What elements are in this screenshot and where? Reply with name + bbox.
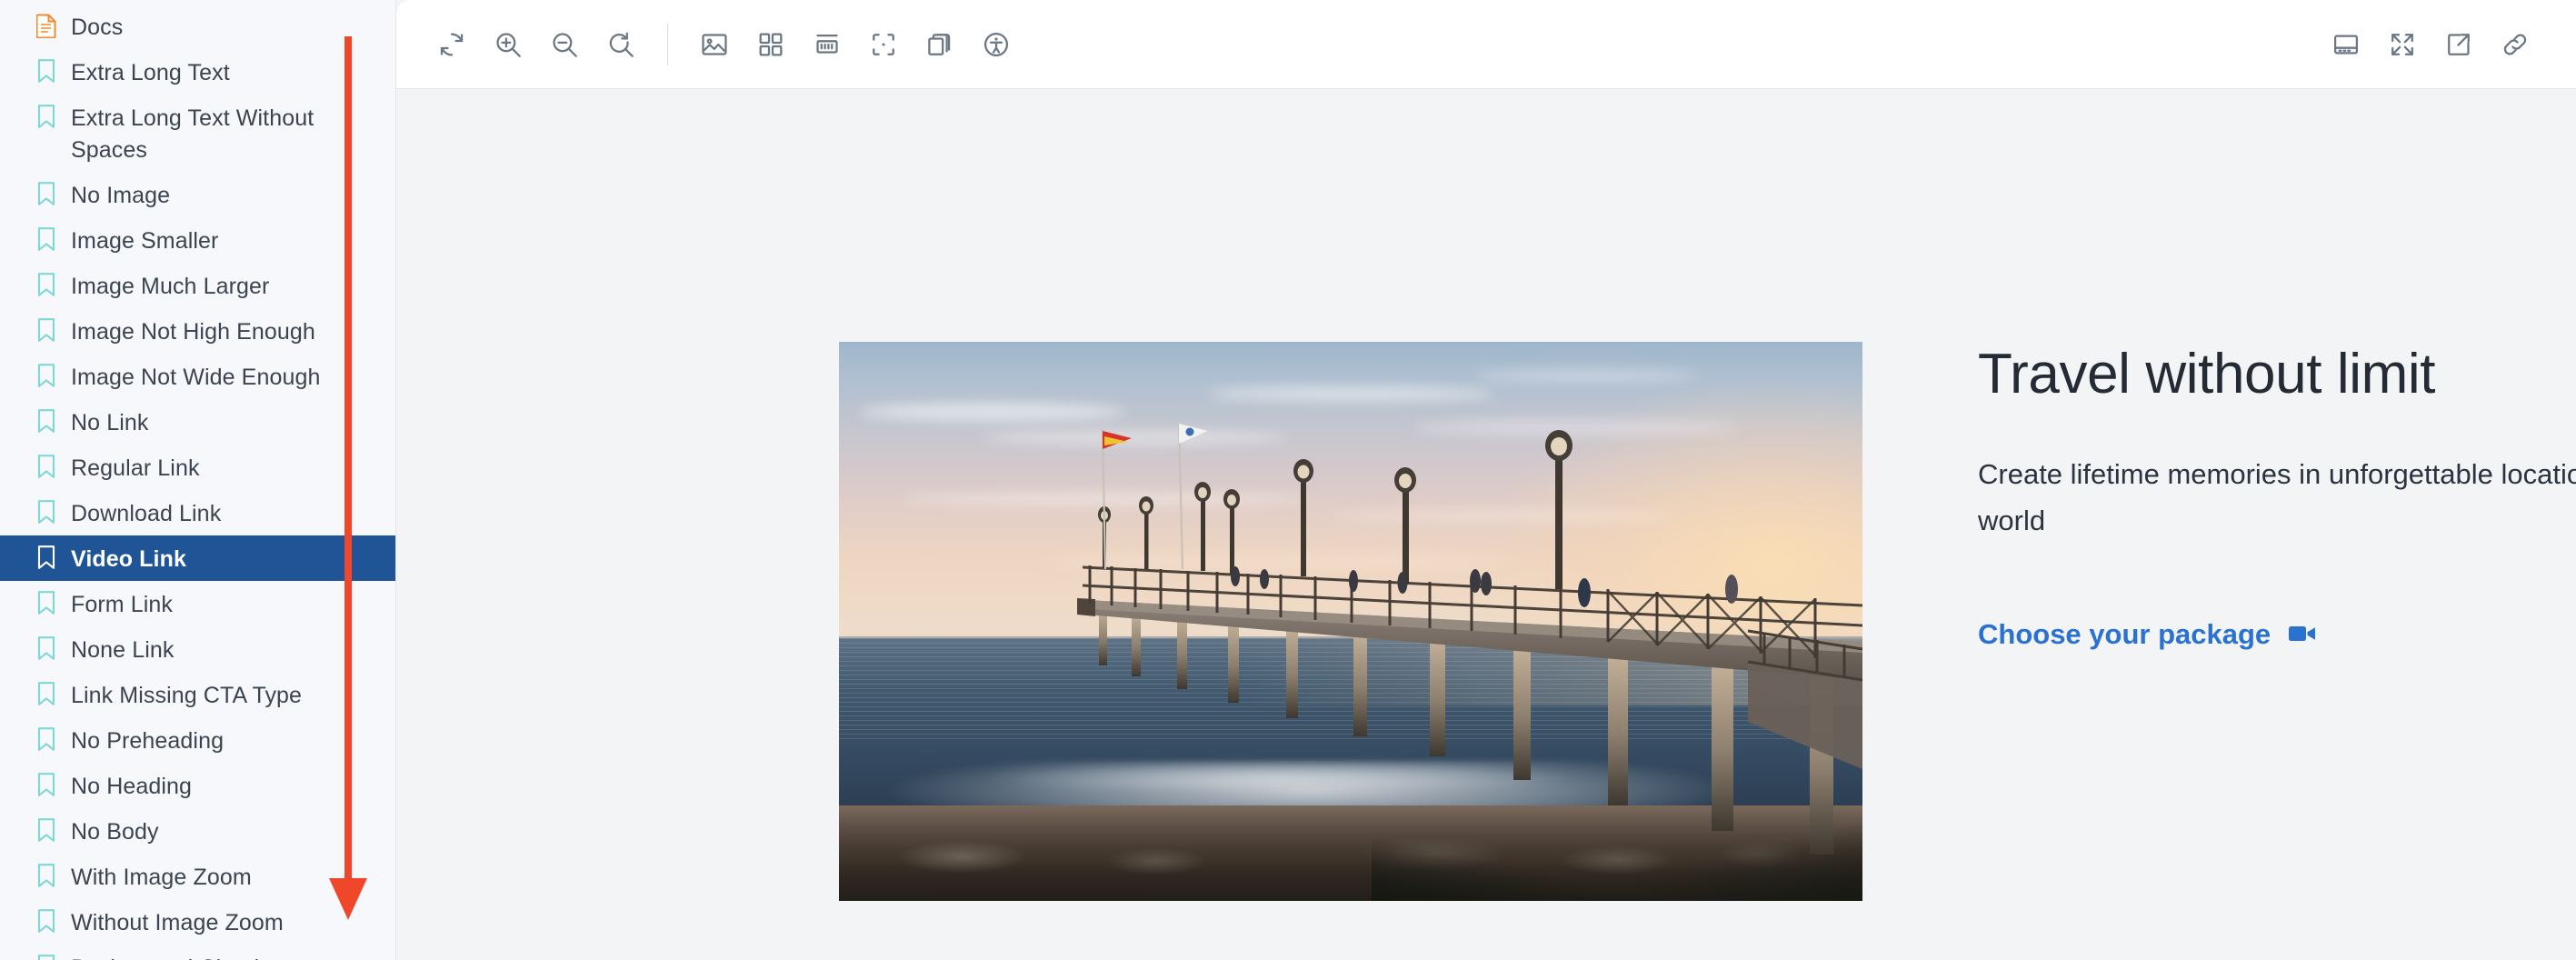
ruler-icon[interactable] xyxy=(799,16,855,73)
accessibility-icon[interactable] xyxy=(968,16,1024,73)
video-camera-icon xyxy=(2289,618,2316,651)
sidebar-item-image-much-larger[interactable]: Image Much Larger xyxy=(0,263,395,308)
bookmark-icon xyxy=(35,223,58,252)
sidebar-item-label: Link Missing CTA Type xyxy=(71,677,302,712)
sidebar-item-label: With Image Zoom xyxy=(71,859,252,894)
sidebar-item-label: Form Link xyxy=(71,586,173,621)
grid-icon[interactable] xyxy=(743,16,799,73)
preview-canvas: Travel without limit Create lifetime mem… xyxy=(396,89,2576,960)
fullscreen-icon[interactable] xyxy=(2374,16,2431,73)
toolbar-divider xyxy=(667,24,668,65)
sidebar-item-no-heading[interactable]: No Heading xyxy=(0,763,395,808)
sidebar-item-background-cloud[interactable]: Background Cloud xyxy=(0,945,395,960)
sidebar-item-no-link[interactable]: No Link xyxy=(0,399,395,445)
app-root: Docs Extra Long Text Extra Long Text With… xyxy=(0,0,2576,960)
sidebar-item-label: No Link xyxy=(71,405,148,439)
sidebar-item-image-not-high-enough[interactable]: Image Not High Enough xyxy=(0,308,395,354)
zoom-out-icon[interactable] xyxy=(536,16,593,73)
bookmark-icon xyxy=(35,450,58,479)
document-icon xyxy=(35,9,58,38)
zoom-in-icon[interactable] xyxy=(480,16,536,73)
sidebar-item-label: Docs xyxy=(71,9,123,44)
bookmark-icon xyxy=(35,268,58,297)
layers-icon[interactable] xyxy=(912,16,968,73)
sidebar-item-label: Regular Link xyxy=(71,450,200,485)
bookmark-icon xyxy=(35,950,58,960)
bookmark-icon xyxy=(35,905,58,934)
bookmark-icon xyxy=(35,359,58,388)
hero-block: Travel without limit Create lifetime mem… xyxy=(396,89,2576,960)
docs-panel-icon[interactable] xyxy=(2318,16,2374,73)
hero-copy: Travel without limit Create lifetime mem… xyxy=(1978,342,2576,651)
toolbar-right-group xyxy=(2318,16,2543,73)
sidebar-item-no-image[interactable]: No Image xyxy=(0,172,395,217)
sidebar-item-download-link[interactable]: Download Link xyxy=(0,490,395,535)
sidebar-item-label: Image Smaller xyxy=(71,223,218,257)
bookmark-icon xyxy=(35,859,58,888)
sidebar-item-regular-link[interactable]: Regular Link xyxy=(0,445,395,490)
sidebar-item-label: Extra Long Text Without Spaces xyxy=(71,100,379,166)
copy-link-icon[interactable] xyxy=(2487,16,2543,73)
sidebar-item-none-link[interactable]: None Link xyxy=(0,626,395,672)
image-icon[interactable] xyxy=(686,16,743,73)
sidebar-item-label: Background Cloud xyxy=(71,950,259,960)
bookmark-icon xyxy=(35,632,58,661)
cta-label: Choose your package xyxy=(1978,618,2271,651)
preview-toolbar xyxy=(396,0,2576,89)
docs-sidebar: Docs Extra Long Text Extra Long Text With… xyxy=(0,0,396,960)
reload-icon[interactable] xyxy=(424,16,480,73)
sidebar-item-with-image-zoom[interactable]: With Image Zoom xyxy=(0,854,395,899)
sidebar-item-label: Without Image Zoom xyxy=(71,905,284,939)
choose-package-link[interactable]: Choose your package xyxy=(1978,618,2316,651)
sidebar-item-label: No Heading xyxy=(71,768,192,803)
bookmark-icon xyxy=(35,768,58,797)
sidebar-item-image-smaller[interactable]: Image Smaller xyxy=(0,217,395,263)
bookmark-icon xyxy=(35,586,58,615)
preview-panel: Travel without limit Create lifetime mem… xyxy=(396,0,2576,960)
bookmark-icon xyxy=(35,55,58,84)
sidebar-list: Docs Extra Long Text Extra Long Text With… xyxy=(0,4,395,960)
bookmark-icon xyxy=(35,541,58,570)
sidebar-item-video-link[interactable]: Video Link xyxy=(0,535,395,581)
toolbar-tools-group xyxy=(686,16,1024,73)
sidebar-item-label: None Link xyxy=(71,632,174,666)
sidebar-item-label: Image Much Larger xyxy=(71,268,269,303)
open-external-icon[interactable] xyxy=(2431,16,2487,73)
sidebar-item-label: No Image xyxy=(71,177,170,212)
page-title: Travel without limit xyxy=(1978,342,2576,407)
sidebar-item-without-image-zoom[interactable]: Without Image Zoom xyxy=(0,899,395,945)
bookmark-icon xyxy=(35,177,58,206)
pier-structure xyxy=(839,342,1862,901)
bookmark-icon xyxy=(35,677,58,706)
sidebar-item-extra-long-text-without-spaces[interactable]: Extra Long Text Without Spaces xyxy=(0,95,395,172)
sidebar-item-no-body[interactable]: No Body xyxy=(0,808,395,854)
sidebar-item-no-preheading[interactable]: No Preheading xyxy=(0,717,395,763)
sidebar-item-form-link[interactable]: Form Link xyxy=(0,581,395,626)
hero-image xyxy=(839,342,1862,901)
sidebar-item-label: No Body xyxy=(71,814,159,848)
hero-body-text: Create lifetime memories in unforgettabl… xyxy=(1978,451,2576,544)
sidebar-item-label: Extra Long Text xyxy=(71,55,230,89)
sidebar-item-image-not-wide-enough[interactable]: Image Not Wide Enough xyxy=(0,354,395,399)
sidebar-item-label: Image Not Wide Enough xyxy=(71,359,320,394)
bookmark-icon xyxy=(35,314,58,343)
focus-icon[interactable] xyxy=(855,16,912,73)
bookmark-icon xyxy=(35,814,58,843)
sidebar-item-link-missing-cta-type[interactable]: Link Missing CTA Type xyxy=(0,672,395,717)
bookmark-icon xyxy=(35,723,58,752)
sidebar-item-label: No Preheading xyxy=(71,723,224,757)
sidebar-item-extra-long-text[interactable]: Extra Long Text xyxy=(0,49,395,95)
bookmark-icon xyxy=(35,405,58,434)
sidebar-item-label: Video Link xyxy=(71,541,186,575)
reset-zoom-icon[interactable] xyxy=(593,16,649,73)
sidebar-item-label: Download Link xyxy=(71,495,221,530)
bookmark-icon xyxy=(35,100,58,129)
bookmark-icon xyxy=(35,495,58,525)
sidebar-item-label: Image Not High Enough xyxy=(71,314,315,348)
toolbar-zoom-group xyxy=(424,16,649,73)
sidebar-item-docs[interactable]: Docs xyxy=(0,4,395,49)
pier-photo xyxy=(839,342,1862,901)
